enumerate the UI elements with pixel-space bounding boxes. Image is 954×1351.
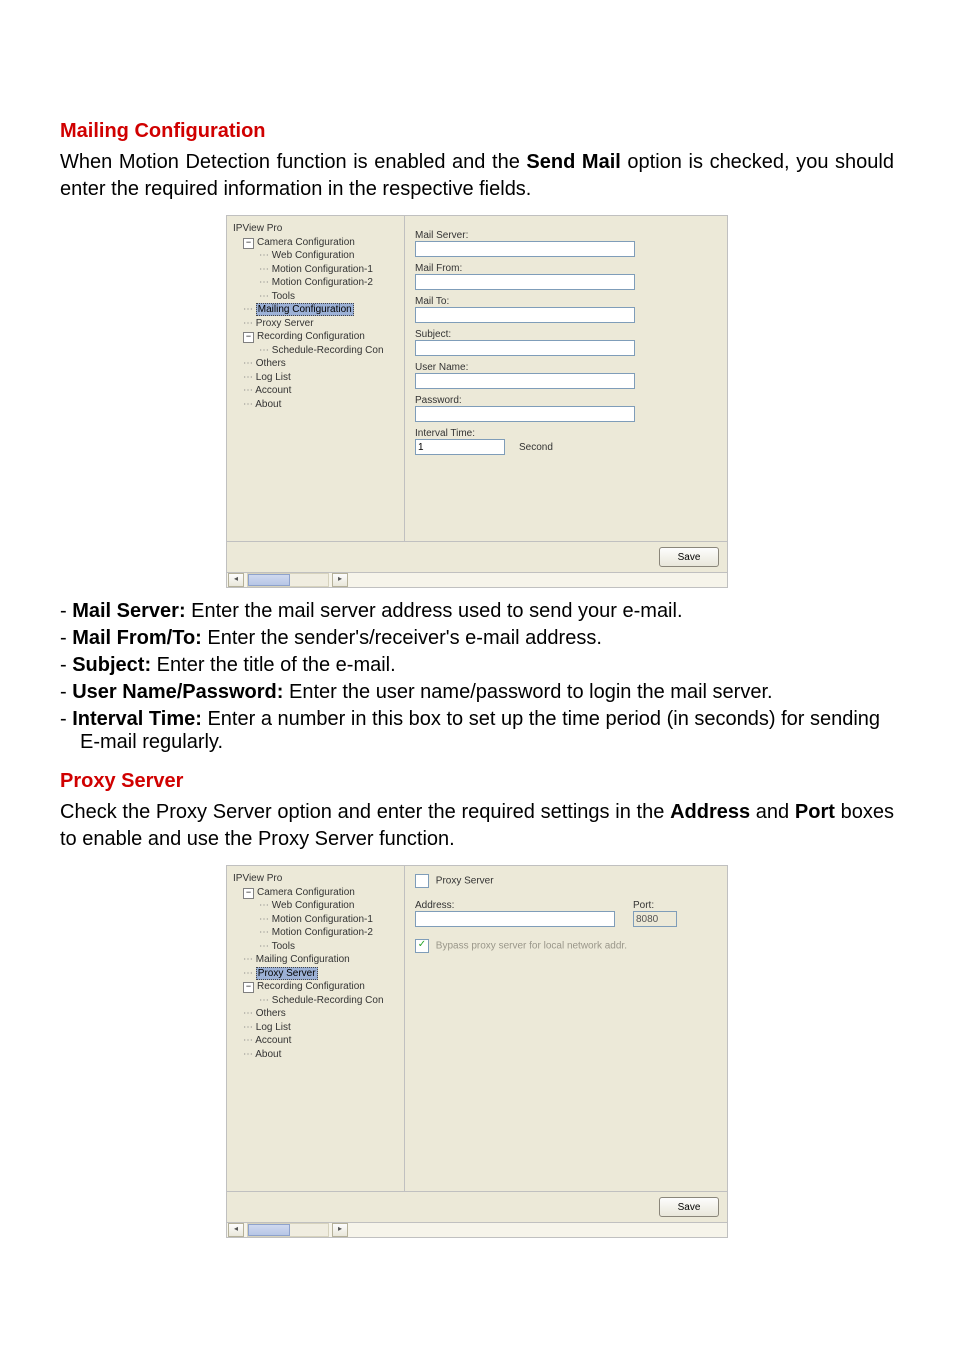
tree-loglist[interactable]: Log List (256, 372, 291, 383)
def-mail-fromto-text: Enter the sender's/receiver's e-mail add… (202, 627, 602, 649)
tree2-others[interactable]: Others (256, 1008, 286, 1019)
input-mail-server[interactable] (415, 241, 635, 257)
save-button[interactable]: Save (659, 547, 719, 567)
def-userpass-text: Enter the user name/password to login th… (283, 681, 772, 703)
label-port: Port: (633, 900, 677, 911)
def-subject-text: Enter the title of the e-mail. (151, 654, 396, 676)
tree2-proxy[interactable]: Proxy Server (256, 967, 318, 980)
mailing-heading: Mailing Configuration (60, 120, 894, 143)
tree-root[interactable]: IPView Pro (231, 222, 400, 236)
def-subject: - Subject: Enter the title of the e-mail… (80, 654, 894, 677)
tree-others[interactable]: Others (256, 358, 286, 369)
tree-panel: IPView Pro −Camera Configuration ⋯ Web C… (227, 216, 405, 541)
expand-recording-icon[interactable]: − (243, 332, 254, 343)
tree2-account[interactable]: Account (255, 1035, 291, 1046)
tree2-root[interactable]: IPView Pro (231, 872, 400, 886)
term-interval: Interval Time: (72, 708, 202, 730)
scroll-thumb-2[interactable] (248, 1224, 290, 1236)
scroll-left-icon-2[interactable]: ◂ (228, 1223, 244, 1237)
tree2-motion2[interactable]: Motion Configuration-2 (272, 927, 373, 938)
tree-sched[interactable]: Schedule-Recording Con (272, 345, 384, 356)
term-subject: Subject: (72, 654, 151, 676)
label-mail-to: Mail To: (415, 296, 717, 307)
label-mail-from: Mail From: (415, 263, 717, 274)
proxy-intro-a: Check the Proxy Server option and enter … (60, 801, 670, 823)
scroll-thumb[interactable] (248, 574, 290, 586)
def-interval: - Interval Time: Enter a number in this … (80, 708, 894, 754)
label-subject: Subject: (415, 329, 717, 340)
intro-bold: Send Mail (526, 151, 620, 173)
tree2-mailing[interactable]: Mailing Configuration (256, 954, 350, 965)
expand-recording-icon-2[interactable]: − (243, 982, 254, 993)
label-second: Second (519, 442, 553, 453)
tree2-sched[interactable]: Schedule-Recording Con (272, 995, 384, 1006)
tree-mailing[interactable]: Mailing Configuration (256, 303, 354, 316)
input-address[interactable] (415, 911, 615, 927)
proxy-enable-label: Proxy Server (436, 876, 494, 887)
tree-recording[interactable]: Recording Configuration (257, 331, 365, 342)
expand-camera-icon-2[interactable]: − (243, 888, 254, 899)
tree2-loglist[interactable]: Log List (256, 1022, 291, 1033)
bypass-checkbox[interactable]: ✓ (415, 939, 429, 953)
tree-camera-config[interactable]: Camera Configuration (257, 237, 355, 248)
tree-hscrollbar-2[interactable]: ◂ ▸ (227, 1222, 727, 1237)
tree-about[interactable]: About (255, 399, 281, 410)
input-password[interactable] (415, 406, 635, 422)
input-interval[interactable] (415, 439, 505, 455)
tree2-about[interactable]: About (255, 1049, 281, 1060)
expand-camera-icon[interactable]: − (243, 238, 254, 249)
proxy-intro: Check the Proxy Server option and enter … (60, 799, 894, 853)
proxy-enable-checkbox[interactable] (415, 874, 429, 888)
mailing-dialog: IPView Pro −Camera Configuration ⋯ Web C… (226, 215, 728, 588)
label-mail-server: Mail Server: (415, 230, 717, 241)
term-mail-fromto: Mail From/To: (72, 627, 202, 649)
tree-panel-proxy: IPView Pro −Camera Configuration ⋯ Web C… (227, 866, 405, 1191)
tree2-motion1[interactable]: Motion Configuration-1 (272, 914, 373, 925)
label-address: Address: (415, 900, 615, 911)
intro-text-a: When Motion Detection function is enable… (60, 151, 526, 173)
term-userpass: User Name/Password: (72, 681, 283, 703)
def-mail-fromto: - Mail From/To: Enter the sender's/recei… (80, 627, 894, 650)
tree-motion1[interactable]: Motion Configuration-1 (272, 264, 373, 275)
scroll-left-icon[interactable]: ◂ (228, 573, 244, 587)
scroll-right-icon[interactable]: ▸ (332, 573, 348, 587)
proxy-dialog: IPView Pro −Camera Configuration ⋯ Web C… (226, 865, 728, 1238)
input-username[interactable] (415, 373, 635, 389)
mailing-defs: - Mail Server: Enter the mail server add… (60, 600, 894, 754)
proxy-intro-mid: and (750, 801, 795, 823)
bypass-label: Bypass proxy server for local network ad… (436, 941, 627, 952)
input-mail-from[interactable] (415, 274, 635, 290)
def-mail-server-text: Enter the mail server address used to se… (186, 600, 683, 622)
tree-proxy[interactable]: Proxy Server (256, 318, 314, 329)
tree2-web-config[interactable]: Web Configuration (272, 900, 355, 911)
term-mail-server: Mail Server: (72, 600, 185, 622)
tree-hscrollbar[interactable]: ◂ ▸ (227, 572, 727, 587)
tree2-recording[interactable]: Recording Configuration (257, 981, 365, 992)
scroll-right-icon-2[interactable]: ▸ (332, 1223, 348, 1237)
def-userpass: - User Name/Password: Enter the user nam… (80, 681, 894, 704)
proxy-heading: Proxy Server (60, 770, 894, 793)
label-interval: Interval Time: (415, 428, 717, 439)
proxy-bold-port: Port (795, 801, 835, 823)
input-subject[interactable] (415, 340, 635, 356)
tree2-camera-config[interactable]: Camera Configuration (257, 887, 355, 898)
mailing-form: Mail Server: Mail From: Mail To: Subject… (405, 216, 727, 541)
label-password: Password: (415, 395, 717, 406)
proxy-save-button[interactable]: Save (659, 1197, 719, 1217)
input-mail-to[interactable] (415, 307, 635, 323)
tree-account[interactable]: Account (255, 385, 291, 396)
tree-tools[interactable]: Tools (272, 291, 295, 302)
label-username: User Name: (415, 362, 717, 373)
tree2-tools[interactable]: Tools (272, 941, 295, 952)
tree-motion2[interactable]: Motion Configuration-2 (272, 277, 373, 288)
tree-web-config[interactable]: Web Configuration (272, 250, 355, 261)
input-port[interactable] (633, 911, 677, 927)
proxy-form: Proxy Server Address: Port: ✓ Bypass pro… (405, 866, 727, 1191)
proxy-bold-address: Address (670, 801, 750, 823)
mailing-intro: When Motion Detection function is enable… (60, 149, 894, 203)
def-mail-server: - Mail Server: Enter the mail server add… (80, 600, 894, 623)
